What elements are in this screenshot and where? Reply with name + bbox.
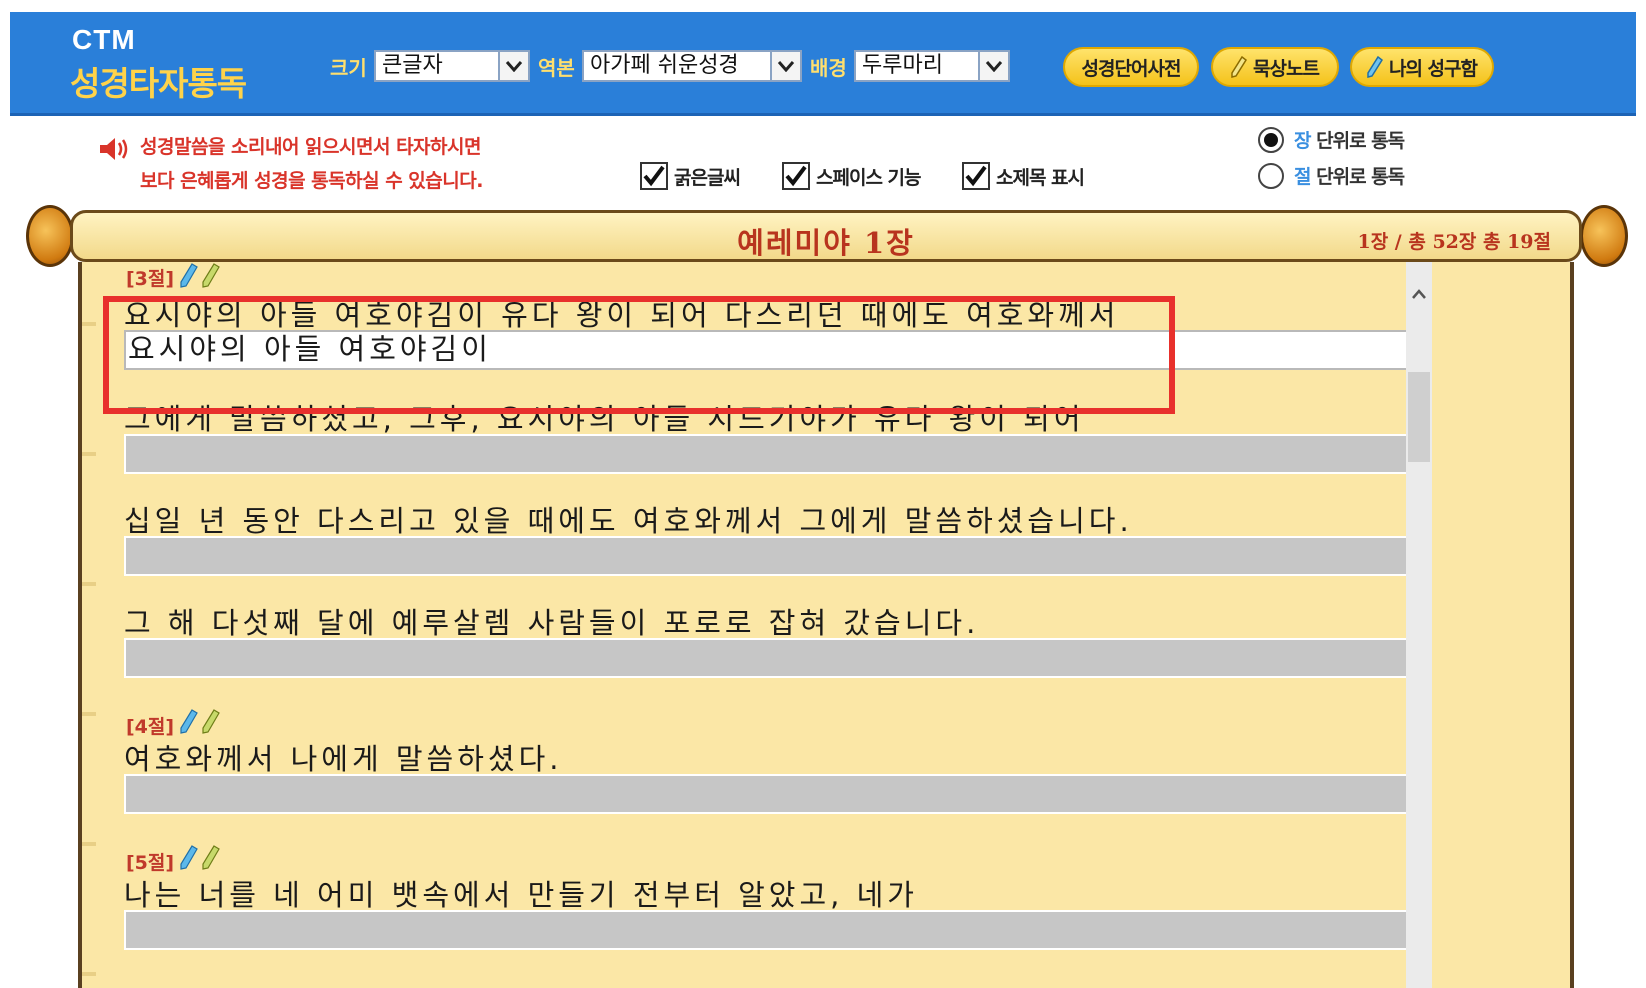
radio-selected-icon — [1258, 126, 1284, 153]
notice-line-1: 성경말씀을 소리내어 읽으시면서 타자하시면 — [140, 136, 481, 158]
typing-input[interactable] — [124, 638, 1424, 678]
chevron-up-icon[interactable] — [1411, 288, 1427, 300]
chapter-unit-radio[interactable]: 장 단위로 통독 — [1258, 126, 1405, 153]
scroll-paper: [3절] 요시야의 아들 여호야김이 유다 왕이 되어 다스리던 때에도 여호와… — [78, 262, 1574, 988]
vertical-scrollbar[interactable] — [1406, 262, 1432, 988]
my-verse-box-label: 나의 성구함 — [1388, 57, 1478, 80]
subtitle-display-label: 소제목 표시 — [996, 166, 1085, 189]
chapter-unit-hl: 장 — [1294, 130, 1312, 152]
bold-font-checkbox[interactable]: 굵은글씨 — [640, 162, 741, 190]
checkmark-icon — [782, 162, 810, 190]
background-select[interactable]: 두루마리 — [854, 50, 1010, 82]
checkmark-icon — [640, 162, 668, 190]
background-select-value: 두루마리 — [862, 53, 943, 78]
version-select[interactable]: 아가페 쉬운성경 — [582, 50, 802, 82]
verse-text-line: 그 해 다섯째 달에 예루살렘 사람들이 포로로 잡혀 갔습니다. — [124, 606, 980, 640]
size-label: 크기 — [330, 56, 367, 80]
verse-label: [4절] — [126, 716, 175, 738]
verse-text-line: 나는 너를 네 어미 뱃속에서 만들기 전부터 알았고, 네가 — [124, 878, 918, 912]
bold-font-label: 굵은글씨 — [674, 166, 741, 189]
chapter-title: 예레미야 1장 — [737, 226, 915, 260]
typing-input[interactable] — [124, 774, 1424, 814]
background-label: 배경 — [810, 56, 847, 80]
logo-title: 성경타자통독 — [70, 64, 247, 103]
pencil-icon[interactable] — [178, 262, 224, 288]
verse-unit-hl: 절 — [1294, 166, 1312, 188]
typing-input[interactable] — [124, 536, 1424, 576]
verse-unit-label: 단위로 통독 — [1316, 166, 1405, 188]
radio-unselected-icon — [1258, 162, 1284, 189]
typing-input[interactable] — [124, 434, 1424, 474]
checkmark-icon — [962, 162, 990, 190]
top-header-bar: CTM 성경타자통독 크기 큰글자 역본 아가페 쉬운성경 배경 두루마리 성경… — [10, 12, 1636, 116]
scroll-header: 예레미야 1장 1장 / 총 52장 총 19절 — [70, 210, 1582, 262]
bible-dictionary-label: 성경단어사전 — [1081, 57, 1182, 80]
pencil-icon — [1231, 56, 1248, 78]
meditation-note-button[interactable]: 묵상노트 — [1211, 47, 1339, 87]
version-label: 역본 — [538, 56, 575, 80]
chevron-down-icon — [498, 52, 528, 80]
verse-label: [5절] — [126, 852, 175, 874]
typing-input-active[interactable]: 요시야의 아들 여호야김이 — [124, 330, 1424, 370]
pencil-icon[interactable] — [178, 844, 224, 870]
typing-input[interactable] — [124, 910, 1424, 950]
chapter-info: 1장 / 총 52장 총 19절 — [1357, 231, 1551, 253]
chevron-down-icon — [978, 52, 1008, 80]
version-select-value: 아가페 쉬운성경 — [590, 53, 739, 78]
pencil-icon[interactable] — [178, 708, 224, 734]
size-select-value: 큰글자 — [382, 53, 443, 78]
verse-text-line: 요시야의 아들 여호야김이 유다 왕이 되어 다스리던 때에도 여호와께서 — [124, 298, 1120, 332]
speaker-icon — [100, 138, 128, 160]
bible-dictionary-button[interactable]: 성경단어사전 — [1063, 47, 1199, 87]
meditation-note-label: 묵상노트 — [1253, 57, 1320, 80]
scrollbar-thumb[interactable] — [1408, 372, 1430, 462]
verse-text-line: 십일 년 동안 다스리고 있을 때에도 여호와께서 그에게 말씀하셨습니다. — [124, 504, 1133, 538]
verse-unit-radio[interactable]: 절 단위로 통독 — [1258, 162, 1405, 189]
logo-ctm: CTM — [72, 24, 136, 55]
space-function-checkbox[interactable]: 스페이스 기능 — [782, 162, 921, 190]
verse-label: [3절] — [126, 268, 175, 290]
scroll-roll-right — [1580, 205, 1628, 267]
my-verse-box-button[interactable]: 나의 성구함 — [1350, 47, 1494, 87]
verse-text-line: 여호와께서 나에게 말씀하셨다. — [124, 742, 563, 776]
chapter-unit-label: 단위로 통독 — [1316, 130, 1405, 152]
notice-line-2: 보다 은혜롭게 성경을 통독하실 수 있습니다. — [140, 170, 483, 192]
scroll-roll-left — [26, 205, 74, 267]
size-select[interactable]: 큰글자 — [374, 50, 530, 82]
subtitle-display-checkbox[interactable]: 소제목 표시 — [962, 162, 1085, 190]
chevron-down-icon — [770, 52, 800, 80]
space-function-label: 스페이스 기능 — [816, 166, 921, 189]
verse-text-line: 그에게 말씀하셨고, 그후, 요시야의 아들 시드기야가 유다 왕이 되어 — [124, 402, 1085, 436]
pencil-icon — [1367, 56, 1383, 78]
